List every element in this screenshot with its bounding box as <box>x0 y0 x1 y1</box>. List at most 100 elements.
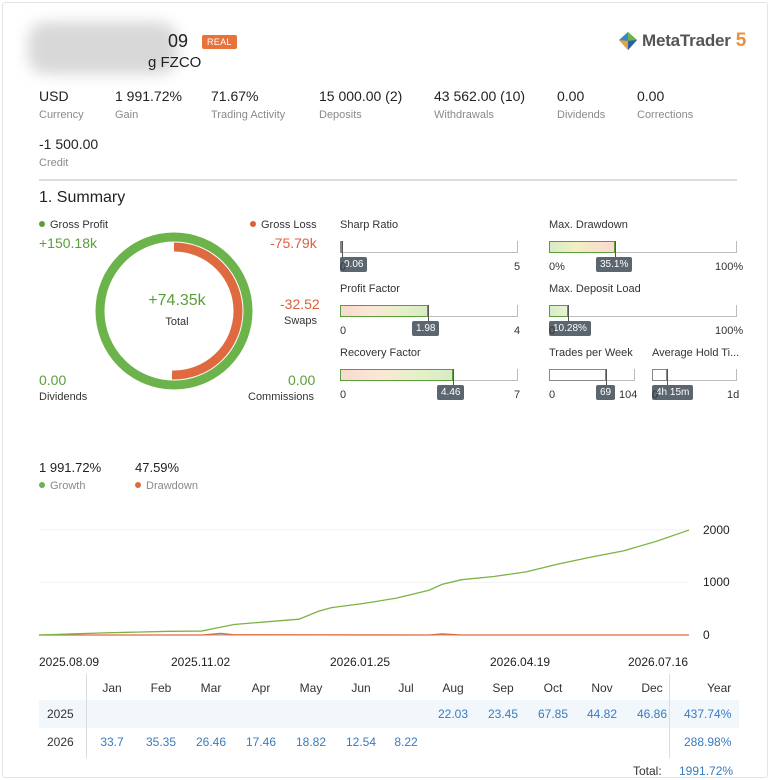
gross-profit-value: +150.18k <box>39 235 97 251</box>
stat-value: 1 991.72% <box>115 88 182 104</box>
metric-value-tooltip: 1.98 <box>412 321 440 336</box>
metric-max: 4 <box>514 325 521 337</box>
gross-loss-label: Gross Loss <box>261 219 317 231</box>
metric-min: 0 <box>340 261 347 273</box>
metric-value-tooltip: 4.46 <box>437 385 465 400</box>
month-value-cell: 67.85 <box>537 707 569 721</box>
metric-name: Max. Drawdown <box>549 219 628 231</box>
metric-max: 100% <box>715 261 744 273</box>
growth-legend: Growth <box>39 480 85 492</box>
account-company: g FZCO <box>148 54 202 71</box>
total-value: 1991.72% <box>679 764 734 778</box>
metric-bar-fill <box>340 369 453 381</box>
metric-name: Recovery Factor <box>340 347 421 359</box>
month-value-cell: 12.54 <box>345 735 377 749</box>
row-year-total: 288.98% <box>684 735 732 749</box>
account-number: 09 <box>168 31 189 51</box>
commissions-value: 0.00 <box>288 372 316 388</box>
growth-value: 1 991.72% <box>39 460 102 475</box>
growth-label: Growth <box>50 480 86 492</box>
table-divider-left <box>86 674 87 758</box>
month-header: Jun <box>351 681 371 695</box>
month-value-cell: 33.7 <box>100 735 124 749</box>
month-header: Oct <box>543 681 563 695</box>
month-header: May <box>299 681 323 695</box>
metric-value-tooltip: 69 <box>596 385 616 400</box>
stat-label: Trading Activity <box>211 109 286 121</box>
gross-loss-value: -75.79k <box>270 235 317 251</box>
stat-deposits: 15 000.00 (2) Deposits <box>319 88 402 121</box>
green-dot-icon <box>39 221 45 227</box>
metric-value-tooltip: 10.28% <box>549 321 591 336</box>
stat-label: Currency <box>39 109 84 121</box>
metric-max: 104 <box>619 389 638 401</box>
metric-name: Profit Factor <box>340 283 400 295</box>
metric-name: Sharp Ratio <box>340 219 399 231</box>
year-header: Year <box>707 681 732 695</box>
metric-bar-track <box>340 241 518 253</box>
stat-label: Gain <box>115 109 139 121</box>
total-value: +74.35k <box>148 292 206 309</box>
metatrader-logo: MetaTrader 5 <box>618 30 746 52</box>
month-value-cell: 23.45 <box>487 707 519 721</box>
metric-bar-fill <box>340 305 428 317</box>
stat-gain: 1 991.72% Gain <box>115 88 182 121</box>
commissions-label: Commissions <box>248 391 315 403</box>
metric-bar-fill <box>549 369 606 381</box>
metric-bar-track <box>652 369 737 381</box>
metric-hold-time: Average Hold Ti... 4h 15m 0 1d <box>652 347 739 401</box>
month-value-cell: 22.03 <box>437 707 469 721</box>
swaps-label: Swaps <box>284 315 318 327</box>
metric-max: 5 <box>514 261 521 273</box>
metric-bar-track <box>549 305 737 317</box>
metatrader-icon <box>619 32 637 50</box>
total-label: Total: <box>633 764 662 778</box>
y-tick-label: 1000 <box>703 575 730 590</box>
dividends-value: 0.00 <box>39 372 67 388</box>
month-value-cell: 26.46 <box>195 735 227 749</box>
y-tick-label: 2000 <box>703 522 730 537</box>
month-header: Jul <box>398 681 414 695</box>
stat-label: Dividends <box>557 109 606 121</box>
metric-bar-fill <box>549 305 568 317</box>
month-header: Aug <box>442 681 464 695</box>
stat-value: 0.00 <box>557 88 585 104</box>
x-tick-label: 2026.01.25 <box>330 655 391 669</box>
brand-name: MetaTrader <box>642 31 731 50</box>
stat-value: 43 562.00 (10) <box>434 88 526 104</box>
metric-max: 1d <box>727 389 740 401</box>
stat-label: Credit <box>39 157 69 169</box>
metric-min: 0% <box>549 261 565 273</box>
metric-min: 0 <box>652 389 659 401</box>
green-dot-icon <box>39 482 45 488</box>
metric-sharp: Sharp Ratio 0.06 0 5 <box>340 219 520 273</box>
stat-value: 71.67% <box>211 88 259 104</box>
brand-version: 5 <box>735 30 747 51</box>
drawdown-value: 47.59% <box>135 460 180 475</box>
drawdown-label: Drawdown <box>146 480 198 492</box>
stat-withdrawals: 43 562.00 (10) Withdrawals <box>434 88 525 121</box>
stat-label: Deposits <box>319 109 362 121</box>
month-header: Sep <box>492 681 514 695</box>
month-header: Nov <box>591 681 613 695</box>
x-tick-label: 2026.04.19 <box>490 655 551 669</box>
metric-min: 0 <box>340 325 347 337</box>
month-header: Jan <box>102 681 122 695</box>
stat-currency: USD Currency <box>39 88 84 121</box>
metric-bar-track <box>549 241 737 253</box>
metric-bar-track <box>340 305 518 317</box>
month-value-cell: 44.82 <box>586 707 618 721</box>
month-header: Dec <box>641 681 663 695</box>
series-drawdown-line <box>39 632 689 636</box>
stat-trading-activity: 71.67% Trading Activity <box>211 88 285 121</box>
section-divider <box>39 179 737 181</box>
metric-bar-track <box>340 369 518 381</box>
growth-chart <box>39 529 690 636</box>
stat-value: 0.00 <box>637 88 665 104</box>
donut-total: +74.35k Total <box>94 292 260 328</box>
month-header: Apr <box>251 681 271 695</box>
month-value-cell: 17.46 <box>245 735 277 749</box>
summary-title: 1. Summary <box>39 189 126 206</box>
metric-bar-fill <box>652 369 667 381</box>
metric-max: 100% <box>715 325 744 337</box>
